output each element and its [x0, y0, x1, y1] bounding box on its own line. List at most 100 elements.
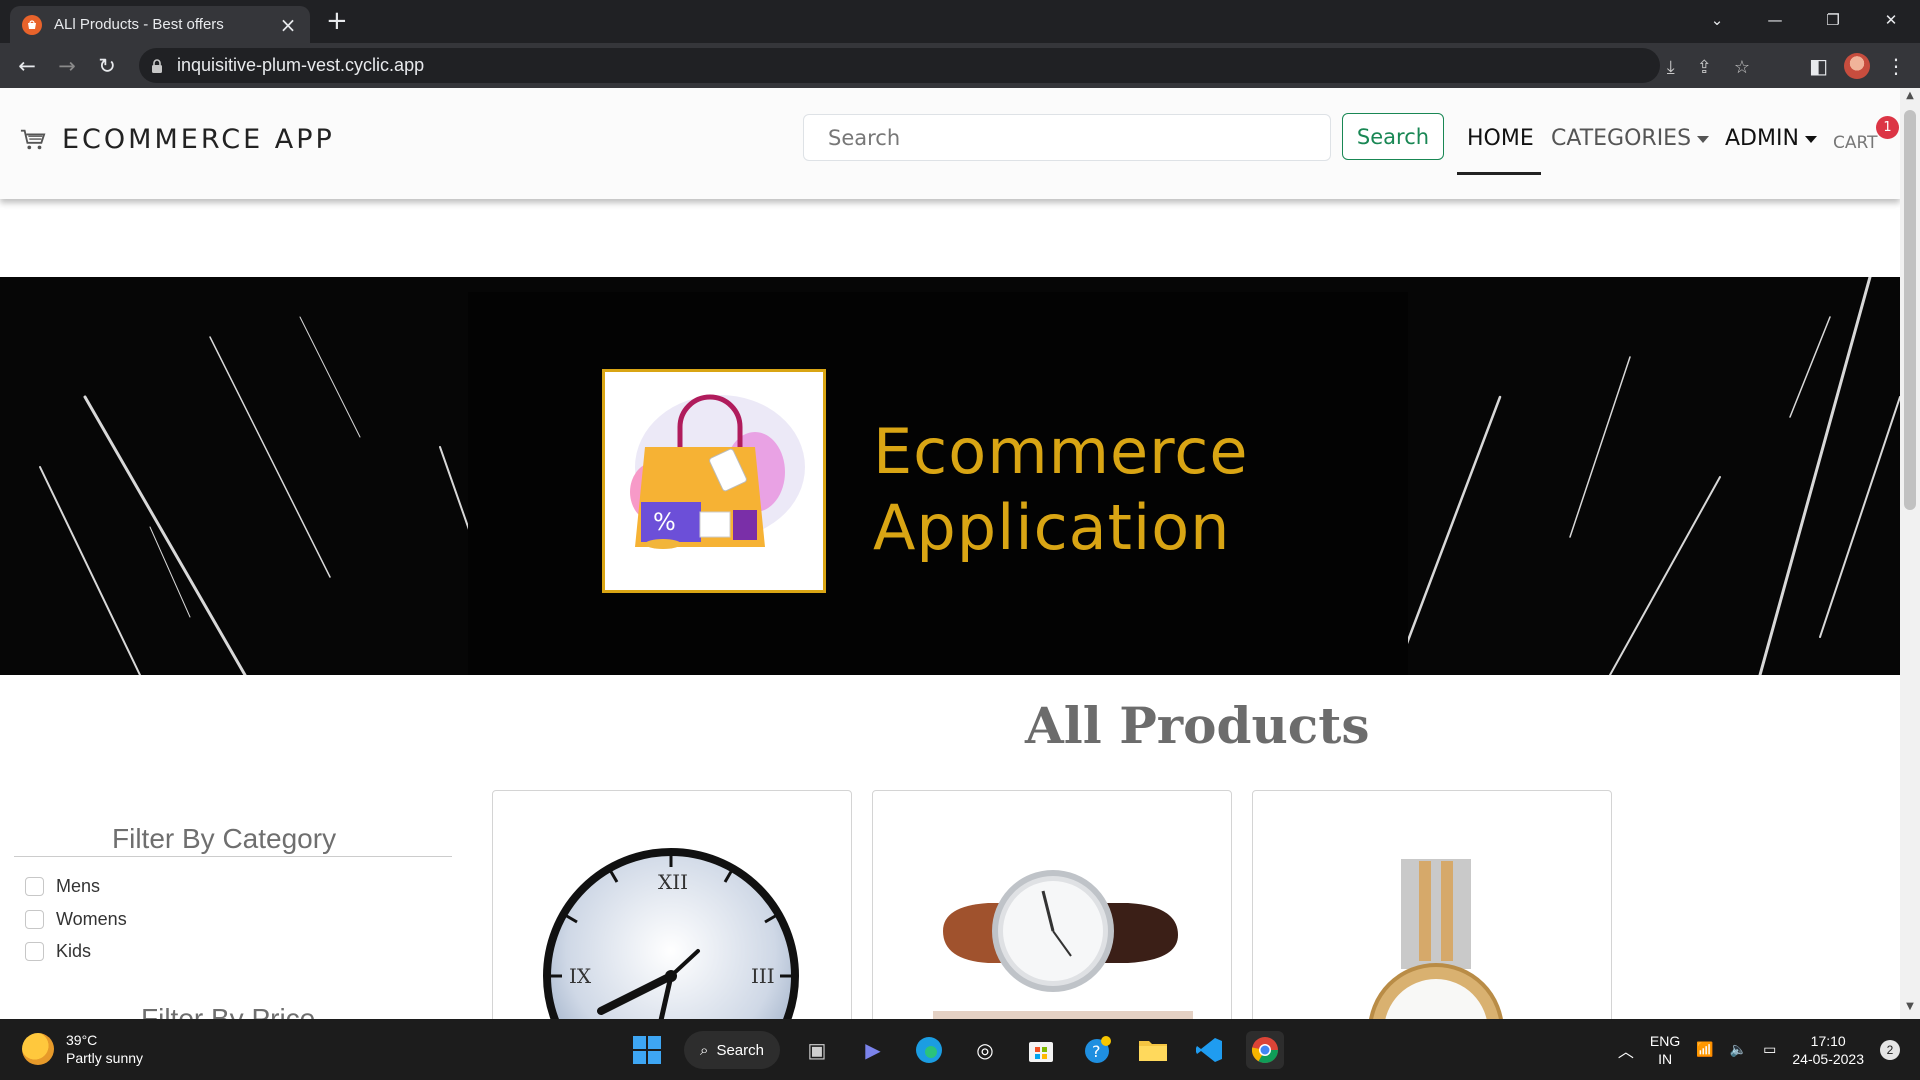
svg-text:IX: IX [569, 964, 592, 988]
checkbox[interactable] [25, 877, 44, 896]
chevron-up-icon[interactable]: ︿ [1618, 1038, 1634, 1062]
scrollbar-thumb[interactable] [1904, 110, 1916, 510]
profile-avatar[interactable] [1844, 53, 1870, 79]
hero-line-2: Application [873, 491, 1231, 564]
battery-icon[interactable]: ▭ [1763, 1041, 1776, 1058]
microsoft-store-icon[interactable] [1022, 1031, 1060, 1069]
lock-icon [152, 58, 162, 73]
windows-start-icon[interactable] [628, 1031, 666, 1069]
vscode-icon[interactable] [1190, 1031, 1228, 1069]
share-icon[interactable]: ⇪ [1697, 57, 1712, 78]
product-card[interactable] [1252, 790, 1612, 1019]
page-scrollbar[interactable]: ▲ ▼ [1900, 88, 1920, 1019]
category-label: Kids [56, 941, 92, 961]
shop-favicon-icon [22, 14, 42, 35]
svg-text:?: ? [1092, 1042, 1101, 1061]
search-button[interactable]: Search [1342, 113, 1444, 160]
shopping-bag-icon: % [630, 394, 805, 549]
nav-cart-link[interactable]: CART [1833, 133, 1877, 153]
nav-categories-dropdown[interactable]: CATEGORIES [1551, 126, 1710, 151]
category-checkbox-mens[interactable]: Mens [25, 876, 100, 897]
checkbox[interactable] [25, 942, 44, 961]
window-close-icon[interactable]: ✕ [1862, 0, 1920, 40]
wall-clock-image: XII IX III [543, 848, 799, 1019]
edge-browser-icon[interactable] [910, 1031, 948, 1069]
product-card[interactable]: XII IX III [492, 790, 852, 1019]
new-tab-icon[interactable]: + [326, 8, 350, 34]
browser-tab[interactable]: ALl Products - Best offers × [10, 6, 310, 43]
tab-search-chevron-icon[interactable]: ⌄ [1688, 0, 1746, 40]
bookmark-star-icon[interactable]: ☆ [1734, 57, 1750, 78]
teams-chat-icon[interactable]: ▶ [854, 1031, 892, 1069]
admin-label: ADMIN [1725, 126, 1799, 151]
search-icon: ⌕ [700, 1041, 709, 1059]
svg-text:XII: XII [658, 870, 688, 894]
taskbar-apps: ⌕ Search ▣ ▶ ◎ ? [628, 1031, 1284, 1069]
lang-bottom: IN [1658, 1050, 1673, 1067]
reload-icon[interactable]: ↻ [92, 51, 122, 81]
brand-name: ECOMMERCE APP [62, 124, 335, 155]
partly-sunny-icon [22, 1033, 54, 1065]
file-explorer-icon[interactable] [1134, 1031, 1172, 1069]
search-input[interactable]: Search [803, 114, 1331, 161]
lang-top: ENG [1649, 1032, 1681, 1049]
category-checkbox-womens[interactable]: Womens [25, 909, 127, 930]
wifi-icon[interactable]: 📶 [1696, 1041, 1713, 1058]
system-tray: ︿ ENG IN 📶 🔈 ▭ 17:10 24-05-2023 2 [1618, 1019, 1920, 1080]
scroll-down-arrow-icon[interactable]: ▼ [1900, 1001, 1920, 1017]
time: 17:10 [1810, 1032, 1846, 1049]
cart-count-badge: 1 [1876, 116, 1899, 139]
github-desktop-icon[interactable]: ◎ [966, 1031, 1004, 1069]
shopping-cart-icon [20, 129, 46, 149]
chrome-browser-icon[interactable] [1246, 1031, 1284, 1069]
install-app-icon[interactable]: ⤓ [1667, 57, 1675, 78]
notification-badge[interactable]: 2 [1880, 1039, 1900, 1060]
category-label: Mens [56, 876, 101, 896]
restore-icon[interactable]: ❐ [1804, 0, 1862, 40]
kebab-menu-icon[interactable]: ⋮ [1886, 54, 1906, 78]
weather-condition: Partly sunny [66, 1050, 144, 1066]
nav-home-link[interactable]: HOME [1467, 126, 1534, 151]
page-title: All Products [1025, 696, 1370, 755]
weather-widget[interactable]: 39°C Partly sunny [22, 1031, 143, 1067]
checkbox[interactable] [25, 910, 44, 929]
clock[interactable]: 17:10 24-05-2023 [1792, 1032, 1864, 1068]
close-tab-icon[interactable]: × [278, 13, 298, 37]
leather-watch-image [933, 870, 1193, 1019]
caret-down-icon [1697, 135, 1710, 143]
hero-banner: % Ecommerce Application [0, 277, 1900, 675]
side-panel-icon[interactable]: ◧ [1809, 54, 1828, 78]
hero-content: % Ecommerce Application [468, 292, 1408, 675]
brand-link[interactable]: ECOMMERCE APP [20, 124, 335, 155]
window-controls: ⌄ — ❐ ✕ [1688, 0, 1920, 40]
taskbar-search-button[interactable]: ⌕ Search [684, 1031, 780, 1069]
browser-toolbar: ← → ↻ inquisitive-plum-vest.cyclic.app ⤓… [0, 43, 1920, 88]
forward-arrow-icon[interactable]: → [52, 51, 82, 81]
scroll-up-arrow-icon[interactable]: ▲ [1900, 90, 1920, 106]
active-link-underline [1457, 172, 1541, 175]
url-text: inquisitive-plum-vest.cyclic.app [177, 55, 425, 75]
help-app-icon[interactable]: ? [1078, 1031, 1116, 1069]
nav-admin-dropdown[interactable]: ADMIN [1725, 126, 1817, 151]
volume-icon[interactable]: 🔈 [1730, 1041, 1747, 1058]
hero-line-1: Ecommerce [873, 415, 1249, 488]
product-card[interactable] [872, 790, 1232, 1019]
divider [14, 856, 452, 857]
temperature: 39°C [66, 1032, 98, 1048]
svg-text:III: III [751, 964, 775, 988]
site-navbar: ECOMMERCE APP Search Search HOME CATEGOR… [0, 88, 1900, 199]
filter-category-title: Filter By Category [112, 823, 337, 854]
omnibox-actions: ⤓ ⇪ ☆ [1667, 57, 1750, 78]
svg-text:%: % [653, 508, 676, 536]
caret-down-icon [1804, 135, 1817, 143]
language-indicator[interactable]: ENG IN [1650, 1032, 1680, 1068]
hero-title: Ecommerce Application [873, 414, 1249, 566]
back-arrow-icon[interactable]: ← [12, 51, 42, 81]
category-label: Womens [56, 909, 127, 929]
address-bar[interactable]: inquisitive-plum-vest.cyclic.app [139, 48, 1660, 83]
category-checkbox-kids[interactable]: Kids [25, 941, 91, 962]
minimize-icon[interactable]: — [1746, 0, 1804, 40]
browser-tab-strip: ALl Products - Best offers × + ⌄ — ❐ ✕ [0, 0, 1920, 43]
web-page: ECOMMERCE APP Search Search HOME CATEGOR… [0, 88, 1900, 1019]
task-view-icon[interactable]: ▣ [798, 1031, 836, 1069]
